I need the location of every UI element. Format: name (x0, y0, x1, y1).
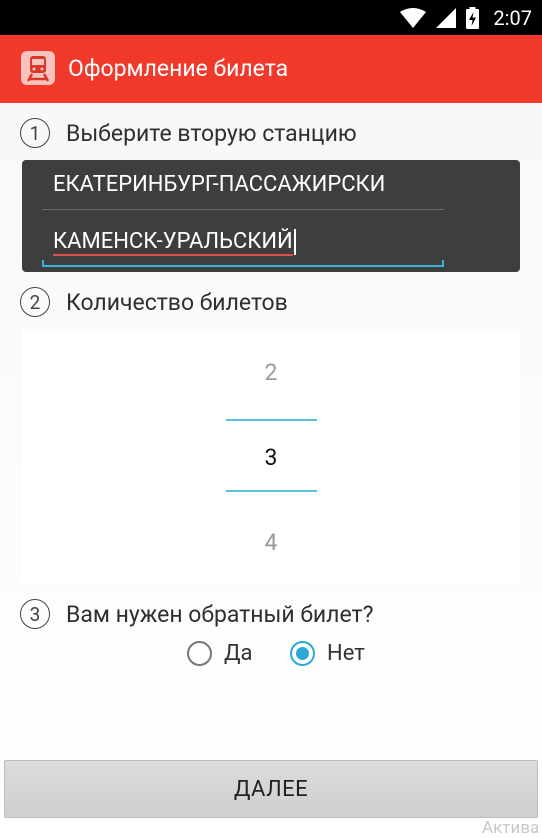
picker-divider-top (226, 419, 317, 421)
step3-label: 3 Вам нужен обратный билет? (20, 597, 373, 631)
first-station-field[interactable]: ЕКАТЕРИНБУРГ-ПАССАЖИРСКИ (42, 162, 444, 210)
ticket-count-picker[interactable]: 2 3 4 (22, 329, 520, 584)
picker-next-value[interactable]: 4 (22, 529, 520, 556)
step3-number-icon: 3 (20, 599, 50, 629)
radio-yes-icon[interactable] (187, 640, 212, 666)
step3-text: Вам нужен обратный билет? (66, 600, 374, 628)
train-app-icon (21, 51, 55, 85)
radio-no-label: Нет (327, 640, 365, 666)
step2-text: Количество билетов (66, 288, 288, 316)
step1-text: Выберите вторую станцию (66, 119, 357, 147)
step2-label: 2 Количество билетов (20, 285, 288, 319)
second-station-text: КАМЕНСК-УРАЛЬСКИЙ (53, 229, 293, 256)
next-button[interactable]: ДАЛЕЕ (4, 760, 538, 818)
step2-number-icon: 2 (20, 287, 50, 317)
step1-number-icon: 1 (20, 118, 50, 148)
picker-selected-value[interactable]: 3 (22, 444, 520, 471)
radio-yes-label: Да (224, 640, 253, 666)
second-station-field[interactable]: КАМЕНСК-УРАЛЬСКИЙ (42, 219, 444, 267)
status-bar: 2:07 (0, 0, 542, 35)
status-time: 2:07 (493, 5, 532, 30)
signal-icon (436, 7, 457, 28)
battery-charging-icon (466, 6, 480, 29)
action-bar: Оформление билета (0, 35, 542, 103)
page-title: Оформление билета (68, 55, 289, 82)
step1-label: 1 Выберите вторую станцию (20, 116, 357, 150)
radio-no[interactable]: Нет (290, 636, 365, 670)
wifi-icon (400, 7, 427, 28)
picker-divider-bottom (226, 490, 317, 492)
status-icons: 2:07 (400, 0, 532, 35)
radio-no-checked-icon[interactable] (290, 640, 315, 666)
text-cursor (293, 229, 296, 256)
return-ticket-radio-group: Да Нет (0, 636, 542, 670)
activation-watermark: Актива (482, 818, 540, 838)
first-station-text: ЕКАТЕРИНБУРГ-ПАССАЖИРСКИ (53, 172, 386, 197)
picker-prev-value[interactable]: 2 (22, 359, 520, 386)
station-selector: ЕКАТЕРИНБУРГ-ПАССАЖИРСКИ КАМЕНСК-УРАЛЬСК… (22, 160, 520, 272)
radio-yes[interactable]: Да (187, 636, 253, 670)
